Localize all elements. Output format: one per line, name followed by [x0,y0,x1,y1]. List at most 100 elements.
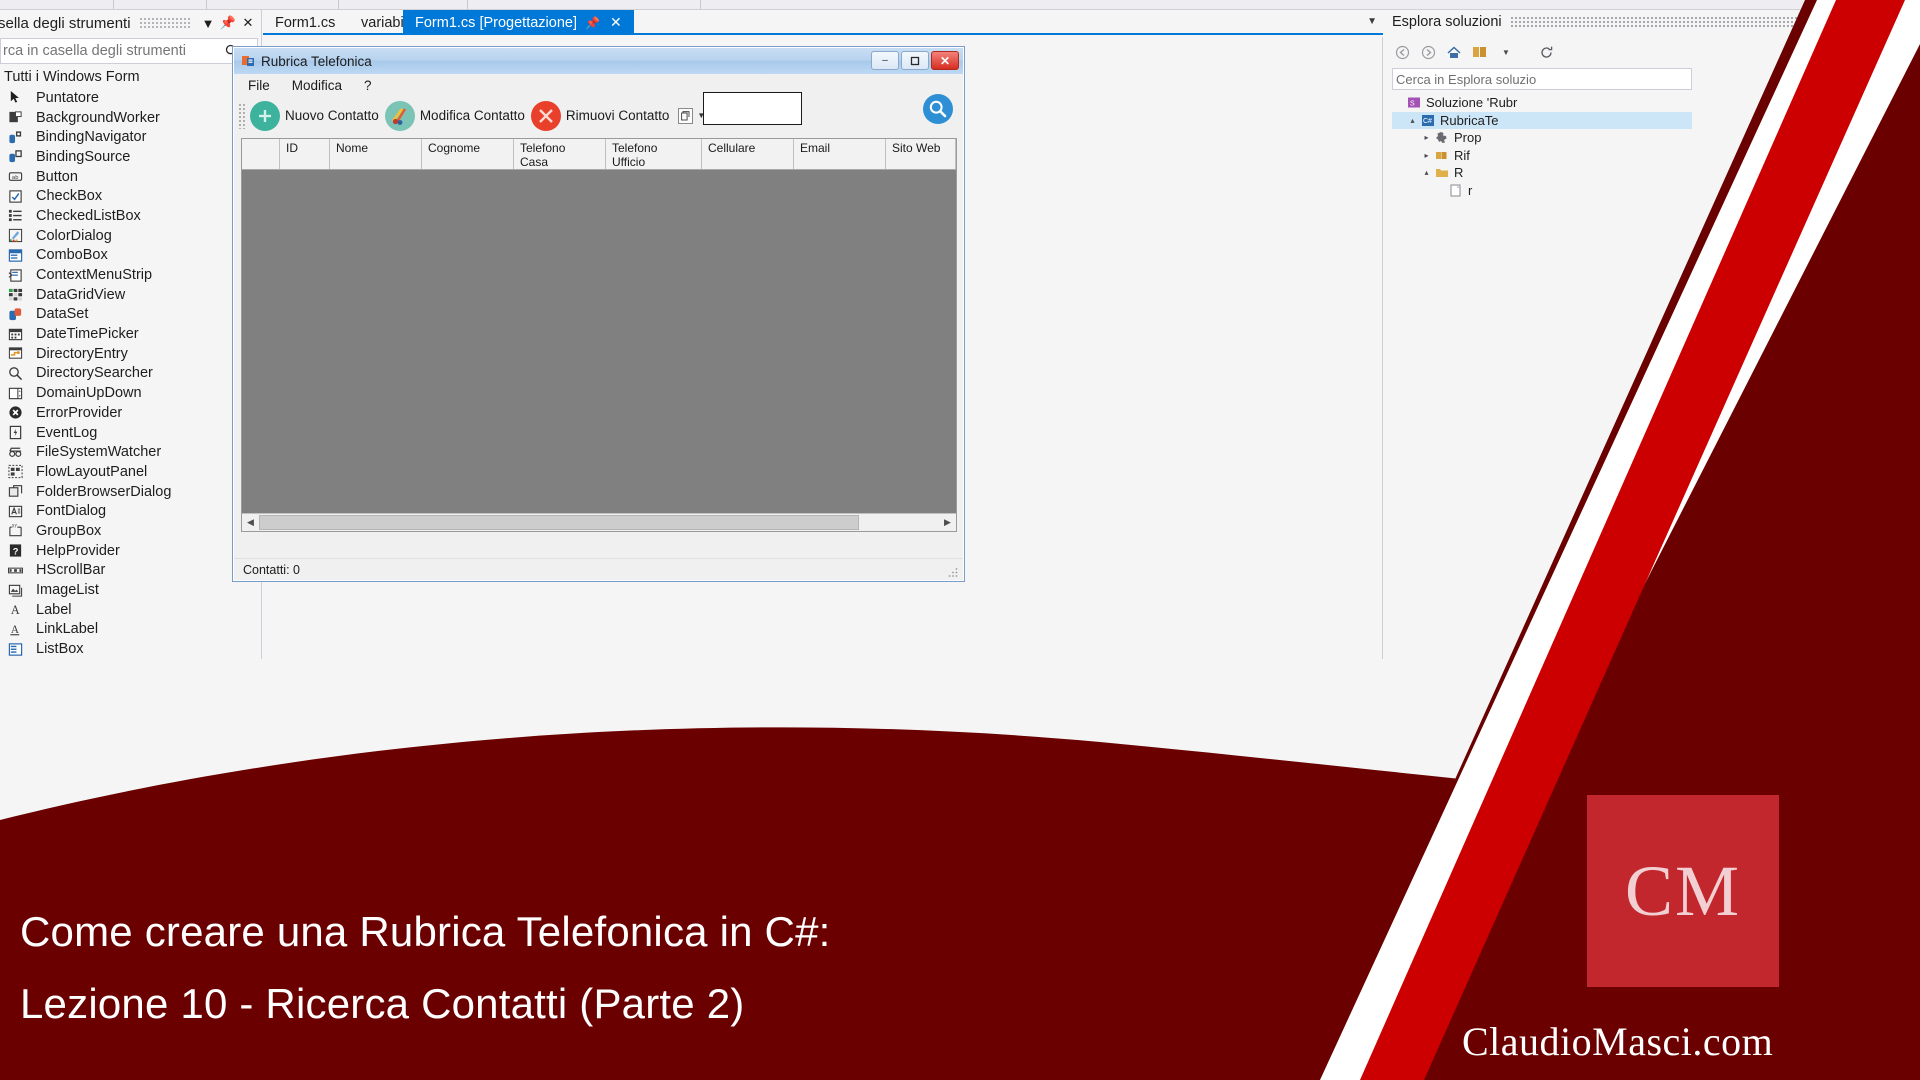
toolbox-item-hscrollbar[interactable]: HScrollBar [0,561,258,581]
chevron-down-icon[interactable]: ▼ [198,13,218,33]
search-input[interactable] [703,92,802,125]
solution-tree-node[interactable]: r [1392,182,1692,200]
toolbox-item-button[interactable]: ab Button [0,167,258,187]
grid-column-header-telefono-casa[interactable]: Telefono Casa [514,139,606,169]
toolbox-item-contextmenustrip[interactable]: ContextMenuStrip [0,265,258,285]
scroll-right-icon[interactable]: ▶ [939,515,956,531]
solution-tree-node[interactable]: S Soluzione 'Rubr [1392,94,1692,112]
toolbox-item-groupbox[interactable]: XY GroupBox [0,521,258,541]
toolbox-item-fontdialog[interactable]: FontDialog [0,501,258,521]
toolbox-group-header[interactable]: Tutti i Windows Form [0,66,262,88]
grid-horizontal-scrollbar[interactable]: ◀ ▶ [242,513,956,531]
solution-tree-node[interactable]: ▸ Prop [1392,129,1692,147]
toolbox-item-flowlayoutpanel[interactable]: FlowLayoutPanel [0,462,258,482]
grid-column-header-cellulare[interactable]: Cellulare [702,139,794,169]
grid-column-header-nome[interactable]: Nome [330,139,422,169]
tab-form1-designer[interactable]: Form1.cs [Progettazione] 📌 ✕ [403,10,634,35]
toolbox-search-input[interactable] [1,43,220,59]
toolbox-item-datagridview[interactable]: DataGridView [0,285,258,305]
grid-column-header-email[interactable]: Email [794,139,886,169]
toolbox-item-linklabel[interactable]: A LinkLabel [0,620,258,640]
toolbox-item-label: ContextMenuStrip [36,267,153,284]
pin-icon[interactable]: 📌 [585,16,600,30]
toolbox-item-combobox[interactable]: ComboBox [0,246,258,266]
toolbox-search[interactable]: ▼ [0,38,258,64]
winform-title: Rubrica Telefonica [261,53,372,69]
toolbox-item-puntatore[interactable]: Puntatore [0,88,258,108]
toolbar-grip[interactable] [238,102,247,129]
search-button[interactable] [919,92,957,126]
solution-tree[interactable]: S Soluzione 'Rubr ▴ C# RubricaTe ▸ Prop ▸ Rif ▴ Rr [1392,94,1692,199]
designer-surface[interactable]: Rubrica Telefonica – ✕ File Modifica ? N… [232,37,1383,659]
refresh-icon[interactable] [1536,42,1556,62]
toolbox-item-bindingnavigator[interactable]: BindingNavigator [0,127,258,147]
toolbox-item-domainupdown[interactable]: DomainUpDown [0,383,258,403]
remove-contact-button[interactable]: Rimuovi Contatto [528,99,673,133]
grid-column-label: Email [800,141,831,155]
toolbox-item-list[interactable]: Puntatore BackgroundWorker BindingNavigato… [0,88,258,668]
toolbox-item-label: BackgroundWorker [36,109,160,126]
helpprovider-icon: ? [2,542,28,559]
expander-icon[interactable]: ▴ [1406,116,1419,125]
chevron-down-icon[interactable]: ▼ [1496,42,1516,62]
grid-column-header-select[interactable] [242,139,280,169]
resize-grip-icon[interactable] [947,565,959,577]
close-icon[interactable]: ✕ [238,13,258,33]
close-icon[interactable]: ✕ [610,14,622,31]
solution-tree-node[interactable]: ▸ Rif [1392,147,1692,165]
grid-column-header-cognome[interactable]: Cognome [422,139,514,169]
toolbox-item-checkbox[interactable]: CheckBox [0,186,258,206]
pin-icon[interactable]: 📌 [218,13,238,33]
toolbox-item-errorprovider[interactable]: ErrorProvider [0,403,258,423]
toolbox-item-directorysearcher[interactable]: DirectorySearcher [0,364,258,384]
brand-monogram: CM [1624,850,1742,931]
new-contact-button[interactable]: Nuovo Contatto [247,99,382,133]
toolbox-item-label[interactable]: A Label [0,600,258,620]
winform-title-bar[interactable]: Rubrica Telefonica – ✕ [234,48,963,74]
toolbox-item-colordialog[interactable]: ColorDialog [0,226,258,246]
tab-list-chevron-icon[interactable]: ▼ [1367,16,1377,27]
toolbox-item-backgroundworker[interactable]: BackgroundWorker [0,108,258,128]
new-contact-label: Nuovo Contatto [285,108,379,123]
back-icon[interactable] [1392,42,1412,62]
toolbox-item-listbox[interactable]: ListBox [0,639,258,659]
scroll-left-icon[interactable]: ◀ [242,515,259,531]
toolbox-item-dataset[interactable]: DataSet [0,305,258,325]
grid-column-header-id[interactable]: ID [280,139,330,169]
edit-contact-label: Modifica Contatto [419,108,525,123]
toolbox-item-helpprovider[interactable]: ? HelpProvider [0,541,258,561]
home-icon[interactable] [1444,42,1464,62]
toolbox-item-bindingsource[interactable]: BindingSource [0,147,258,167]
menu-item-help[interactable]: ? [364,78,372,93]
menu-item-file[interactable]: File [248,78,270,93]
expander-icon[interactable]: ▸ [1420,151,1433,160]
toolbox-item-filesystemwatcher[interactable]: FileSystemWatcher [0,442,258,462]
solution-tree-node[interactable]: ▴ R [1392,164,1692,182]
contacts-datagridview[interactable]: ID Nome Cognome Telefono Casa Telefono Uffic… [241,138,957,532]
menu-item-modifica[interactable]: Modifica [292,78,342,93]
tab-form1-cs[interactable]: Form1.cs [263,10,347,35]
collection-icon[interactable] [1470,42,1490,62]
toolbox-item-folderbrowserdialog[interactable]: FolderBrowserDialog [0,482,258,502]
toolbox-item-directoryentry[interactable]: DirectoryEntry [0,344,258,364]
grid-column-label: Nome [336,141,369,155]
grid-column-header-telefono-ufficio[interactable]: Telefono Ufficio [606,139,702,169]
toolbox-item-imagelist[interactable]: ImageList [0,580,258,600]
toolbar-overflow-button[interactable]: ▼ [678,107,705,124]
solution-icon: S [1405,96,1422,110]
minimize-button[interactable]: – [871,51,899,70]
expander-icon[interactable]: ▸ [1420,133,1433,142]
grid-body[interactable] [242,170,956,500]
toolbox-item-eventlog[interactable]: EventLog [0,423,258,443]
scrollbar-thumb[interactable] [259,515,859,530]
expander-icon[interactable]: ▴ [1420,168,1433,177]
grid-column-header-sito-web[interactable]: Sito Web [886,139,956,169]
close-button[interactable]: ✕ [931,51,959,70]
toolbox-item-checkedlistbox[interactable]: CheckedListBox [0,206,258,226]
forward-icon[interactable] [1418,42,1438,62]
solution-tree-node[interactable]: ▴ C# RubricaTe [1392,111,1692,129]
toolbox-item-datetimepicker[interactable]: DateTimePicker [0,324,258,344]
edit-contact-button[interactable]: Modifica Contatto [382,99,528,133]
maximize-button[interactable] [901,51,929,70]
solution-explorer-search[interactable]: Cerca in Esplora soluzio [1392,68,1692,90]
